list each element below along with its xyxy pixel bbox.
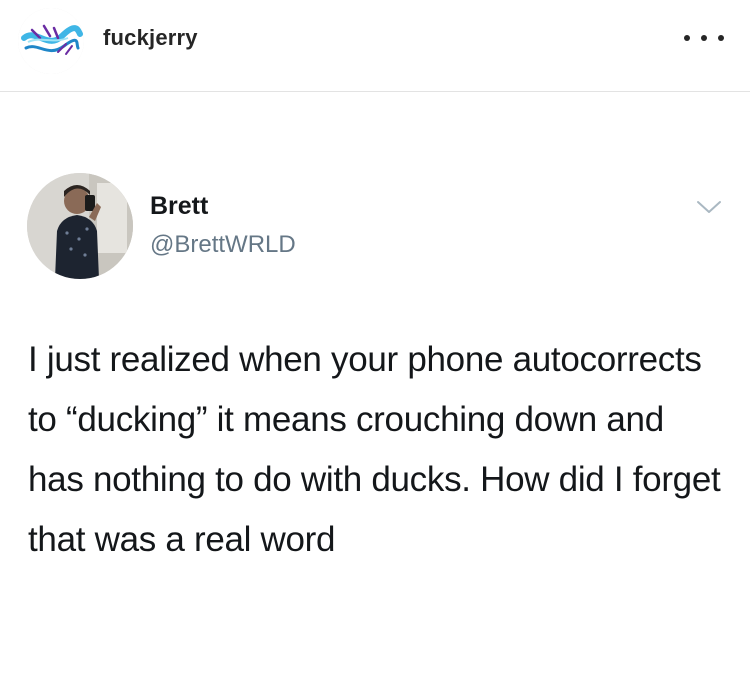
brand-logo-icon bbox=[18, 8, 84, 74]
tweet-author-avatar[interactable] bbox=[27, 173, 133, 279]
instagram-post-header: fuckjerry bbox=[0, 0, 750, 92]
account-username[interactable]: fuckjerry bbox=[103, 25, 198, 51]
chevron-down-glyph bbox=[697, 201, 721, 213]
dot bbox=[718, 35, 724, 41]
tweet-author-name[interactable]: Brett bbox=[150, 192, 208, 221]
tweet-author-handle[interactable]: @BrettWRLD bbox=[150, 231, 296, 259]
profile-photo bbox=[27, 173, 133, 279]
more-options-icon[interactable] bbox=[684, 30, 724, 46]
dot bbox=[684, 35, 690, 41]
chevron-down-icon[interactable] bbox=[696, 198, 722, 216]
account-avatar[interactable] bbox=[18, 8, 84, 74]
tweet-body-text: I just realized when your phone autocorr… bbox=[28, 340, 721, 559]
dot bbox=[701, 35, 707, 41]
